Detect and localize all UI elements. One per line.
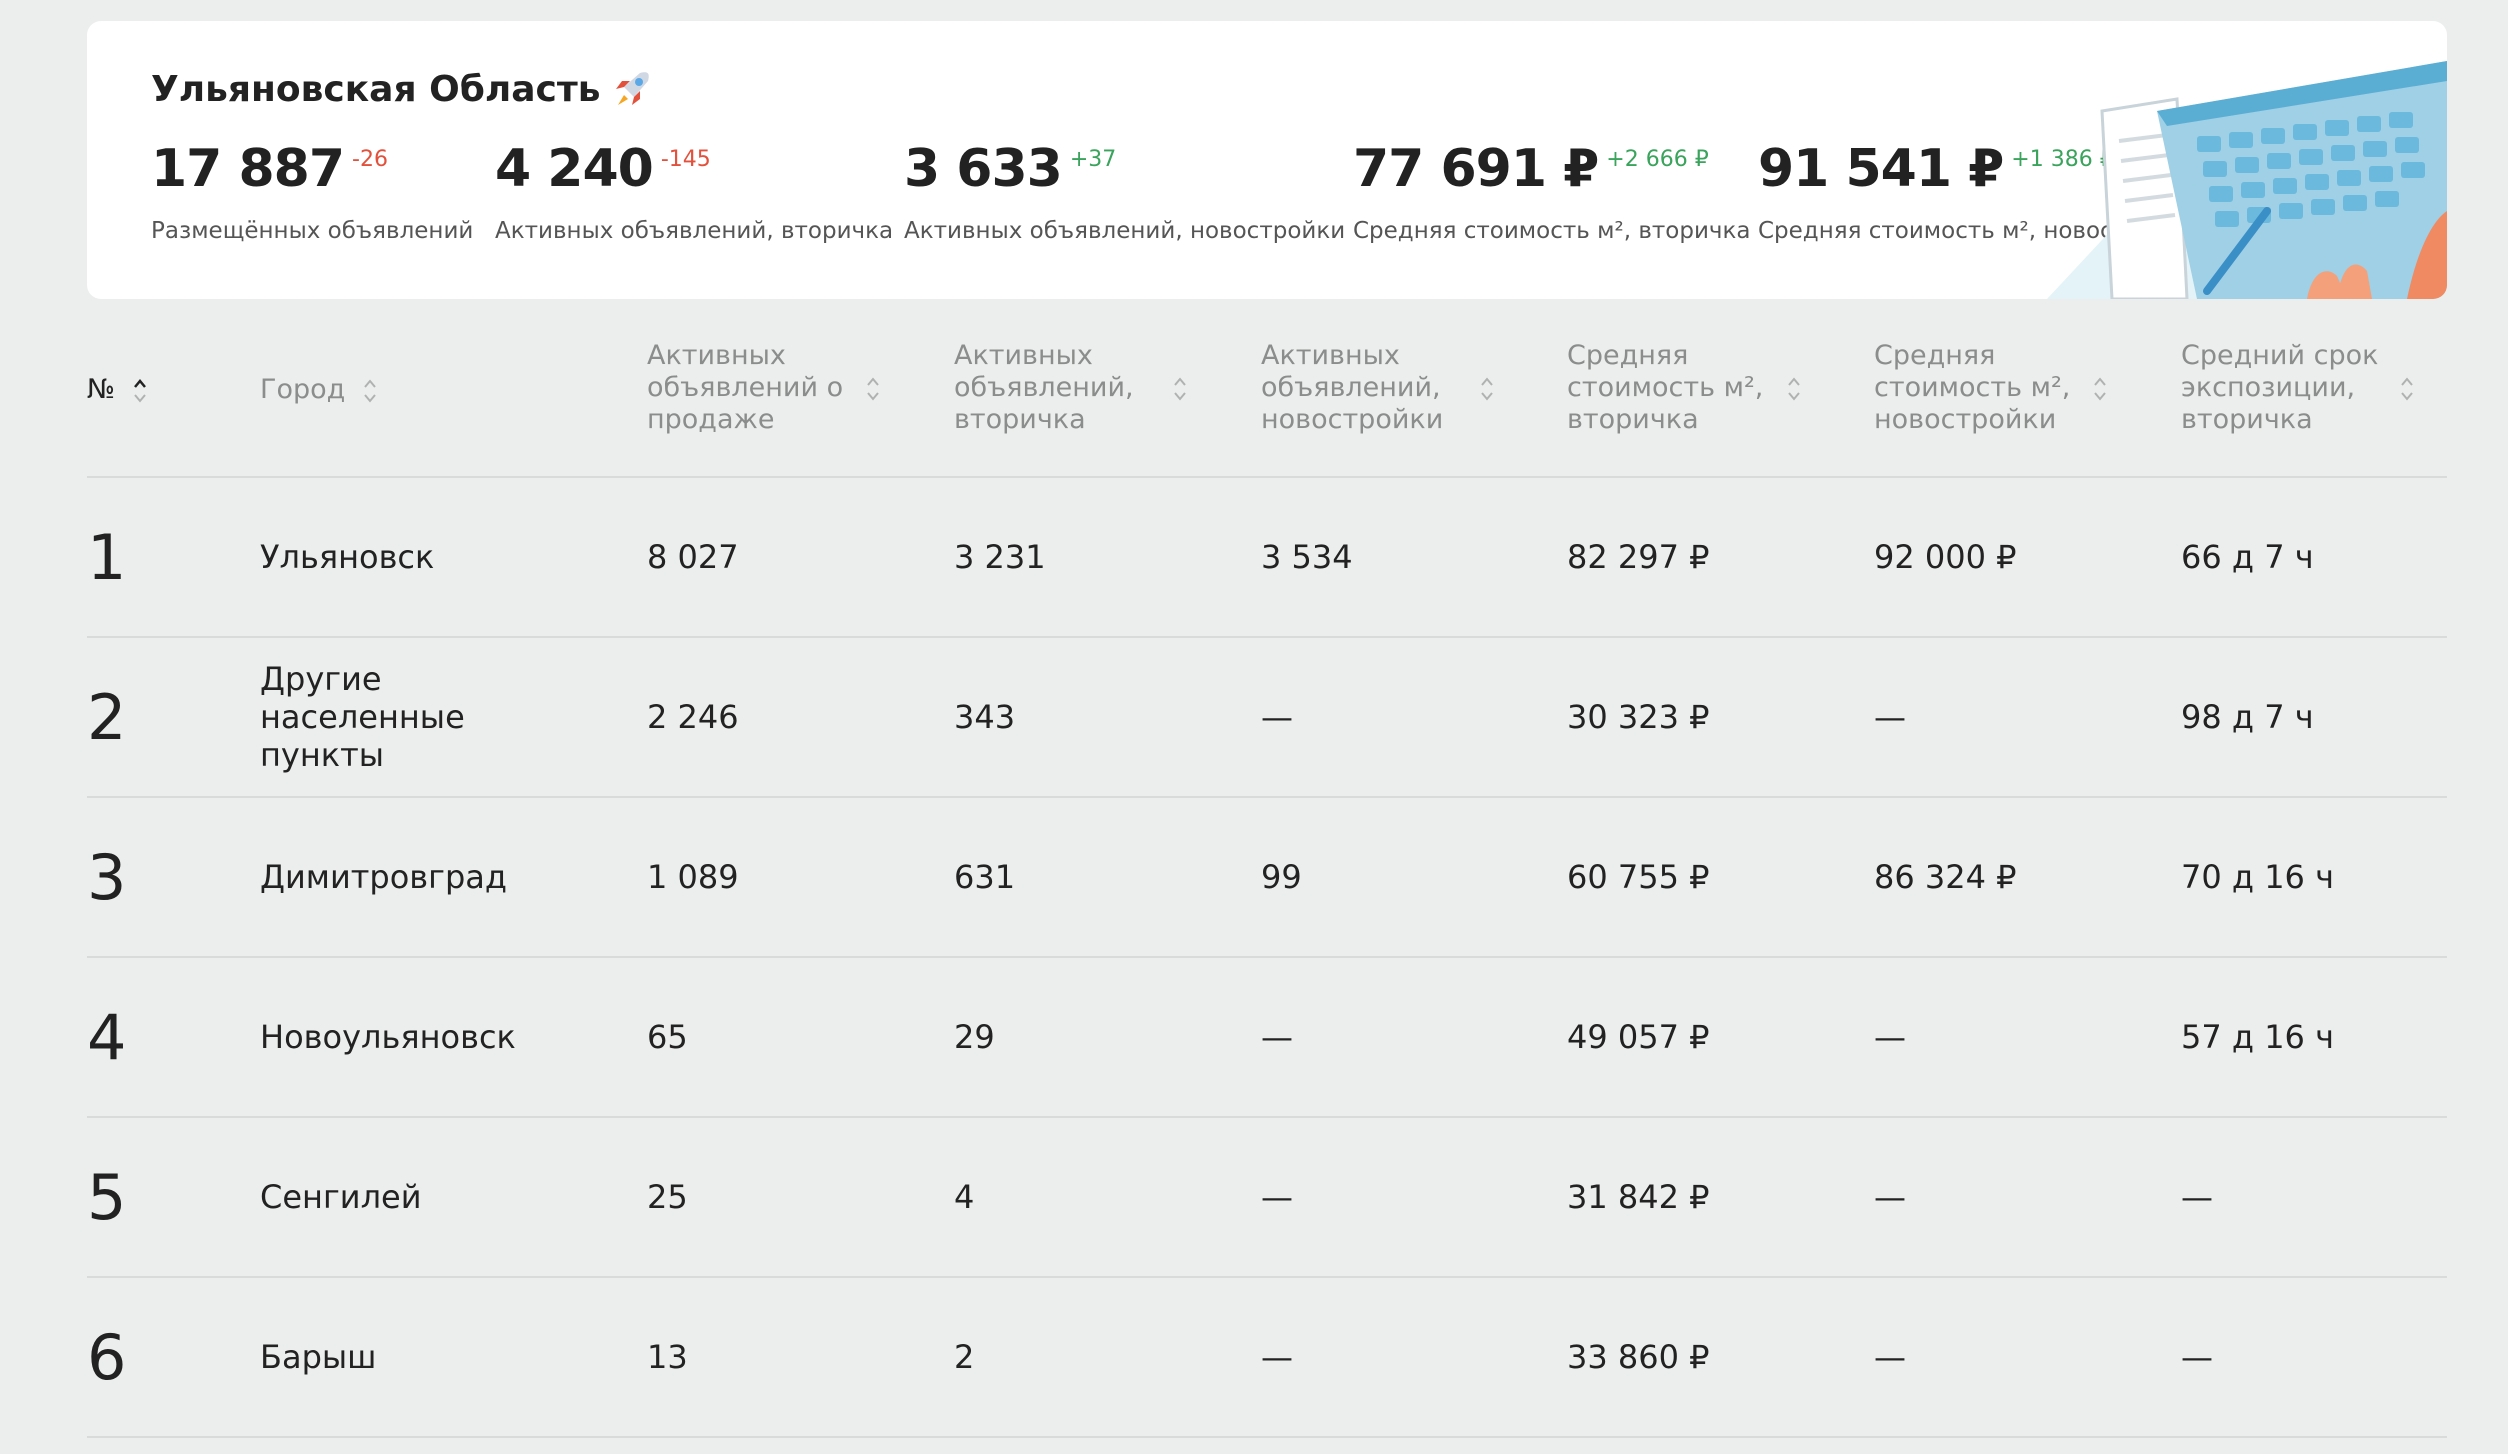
- active-secondary: 3 231: [954, 538, 1046, 576]
- region-summary-card: Ульяновская Область 17 887 -26 Размещённ…: [87, 21, 2447, 299]
- price-secondary: 60 755 ₽: [1567, 858, 1710, 896]
- exposure-time: 66 д 7 ч: [2181, 538, 2314, 576]
- header-number[interactable]: №: [87, 374, 148, 406]
- stat-label: Размещённых объявлений: [151, 218, 474, 245]
- exposure-time: 57 д 16 ч: [2181, 1018, 2334, 1056]
- total-listings: 8 027: [647, 538, 739, 576]
- cities-table: № Город Активных объявлений о продаже Ак…: [87, 330, 2447, 1438]
- total-listings: 1 089: [647, 858, 739, 896]
- city-name[interactable]: Другие населенные пункты: [260, 638, 590, 796]
- row-number: 1: [87, 520, 127, 594]
- price-new: —: [1874, 1338, 1906, 1376]
- city-name[interactable]: Барыш: [260, 1278, 590, 1436]
- row-number: 6: [87, 1320, 127, 1394]
- header-price-secondary[interactable]: Средняя стоимость м², вторичка: [1567, 340, 1777, 436]
- active-secondary: 631: [954, 858, 1016, 896]
- stat-label: Активных объявлений, новостройки: [904, 218, 1346, 245]
- stat-active-new: 3 633 +37 Активных объявлений, новострой…: [904, 139, 1346, 245]
- stat-delta: -145: [660, 147, 711, 172]
- stat-delta: -26: [352, 147, 388, 172]
- table-row[interactable]: 4 Новоульяновск 65 29 — 49 057 ₽ — 57 д …: [87, 958, 2447, 1118]
- stat-value: 4 240: [495, 139, 654, 199]
- total-listings: 2 246: [647, 698, 739, 736]
- sort-arrows-icon[interactable]: [1172, 374, 1188, 404]
- stat-price-secondary: 77 691 ₽ +2 666 ₽ Средняя стоимость м², …: [1353, 139, 1751, 245]
- table-row[interactable]: 1 Ульяновск 8 027 3 231 3 534 82 297 ₽ 9…: [87, 478, 2447, 638]
- stat-value: 91 541 ₽: [1758, 139, 2004, 199]
- table-header: № Город Активных объявлений о продаже Ак…: [87, 330, 2447, 478]
- table-row[interactable]: 3 Димитровград 1 089 631 99 60 755 ₽ 86 …: [87, 798, 2447, 958]
- active-new: 3 534: [1261, 538, 1353, 576]
- region-title: Ульяновская Область: [151, 67, 654, 111]
- sort-arrows-icon[interactable]: [362, 376, 378, 406]
- row-number: 3: [87, 840, 127, 914]
- stat-value: 3 633: [904, 139, 1063, 199]
- header-total-listings[interactable]: Активных объявлений о продаже: [647, 340, 857, 436]
- stat-active-secondary: 4 240 -145 Активных объявлений, вторичка: [495, 139, 894, 245]
- price-secondary: 82 297 ₽: [1567, 538, 1710, 576]
- header-price-new[interactable]: Средняя стоимость м², новостройки: [1874, 340, 2084, 436]
- total-listings: 65: [647, 1018, 688, 1056]
- price-new: —: [1874, 1018, 1906, 1056]
- city-name[interactable]: Димитровград: [260, 798, 590, 956]
- price-new: —: [1874, 698, 1906, 736]
- active-new: —: [1261, 1338, 1293, 1376]
- region-title-text: Ульяновская Область: [151, 68, 601, 110]
- stat-delta: +2 666 ₽: [1606, 147, 1709, 172]
- price-new: 86 324 ₽: [1874, 858, 2017, 896]
- city-name[interactable]: Новоульяновск: [260, 958, 590, 1116]
- header-active-secondary[interactable]: Активных объявлений, вторичка: [954, 340, 1154, 436]
- sort-arrows-icon[interactable]: [2399, 374, 2415, 404]
- row-number: 2: [87, 680, 127, 754]
- stat-delta: +37: [1069, 147, 1117, 172]
- exposure-time: 98 д 7 ч: [2181, 698, 2314, 736]
- row-number: 5: [87, 1160, 127, 1234]
- city-name[interactable]: Сенгилей: [260, 1118, 590, 1276]
- sort-arrows-icon[interactable]: [1786, 374, 1802, 404]
- stat-label: Средняя стоимость м², вторичка: [1353, 218, 1751, 245]
- price-secondary: 33 860 ₽: [1567, 1338, 1710, 1376]
- table-row[interactable]: 2 Другие населенные пункты 2 246 343 — 3…: [87, 638, 2447, 798]
- sort-arrows-icon[interactable]: [132, 376, 148, 406]
- table-row[interactable]: 6 Барыш 13 2 — 33 860 ₽ — —: [87, 1278, 2447, 1438]
- table-row[interactable]: 5 Сенгилей 25 4 — 31 842 ₽ — —: [87, 1118, 2447, 1278]
- active-secondary: 343: [954, 698, 1016, 736]
- active-new: —: [1261, 1018, 1293, 1056]
- sort-arrows-icon[interactable]: [2092, 374, 2108, 404]
- active-new: 99: [1261, 858, 1302, 896]
- active-secondary: 29: [954, 1018, 995, 1056]
- exposure-time: 70 д 16 ч: [2181, 858, 2334, 896]
- price-new: 92 000 ₽: [1874, 538, 2017, 576]
- active-secondary: 2: [954, 1338, 975, 1376]
- laptop-illustration: [2047, 61, 2447, 299]
- city-name[interactable]: Ульяновск: [260, 478, 590, 636]
- stat-value: 77 691 ₽: [1353, 139, 1599, 199]
- header-active-new[interactable]: Активных объявлений, новостройки: [1261, 340, 1461, 436]
- active-new: —: [1261, 698, 1293, 736]
- row-number: 4: [87, 1000, 127, 1074]
- price-new: —: [1874, 1178, 1906, 1216]
- sort-arrows-icon[interactable]: [1479, 374, 1495, 404]
- exposure-time: —: [2181, 1178, 2213, 1216]
- stat-listings: 17 887 -26 Размещённых объявлений: [151, 139, 474, 245]
- active-new: —: [1261, 1178, 1293, 1216]
- total-listings: 25: [647, 1178, 688, 1216]
- header-exposure[interactable]: Средний срок экспозиции, вторичка: [2181, 340, 2411, 436]
- active-secondary: 4: [954, 1178, 975, 1216]
- total-listings: 13: [647, 1338, 688, 1376]
- sort-arrows-icon[interactable]: [865, 374, 881, 404]
- stat-value: 17 887: [151, 139, 345, 199]
- header-city[interactable]: Город: [260, 374, 378, 406]
- exposure-time: —: [2181, 1338, 2213, 1376]
- stat-label: Активных объявлений, вторичка: [495, 218, 894, 245]
- price-secondary: 31 842 ₽: [1567, 1178, 1710, 1216]
- price-secondary: 30 323 ₽: [1567, 698, 1710, 736]
- price-secondary: 49 057 ₽: [1567, 1018, 1710, 1056]
- rocket-icon: [616, 72, 650, 105]
